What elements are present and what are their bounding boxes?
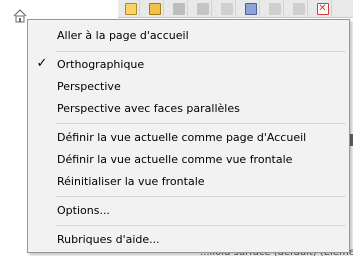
pen-button[interactable]	[194, 0, 212, 17]
home-icon[interactable]	[13, 9, 27, 23]
move-down-icon	[292, 2, 305, 15]
menu-item-label: Définir la vue actuelle comme page d'Acc…	[57, 131, 307, 144]
delete-button[interactable]: ✕	[314, 0, 332, 17]
menu-item-label: Perspective	[57, 80, 121, 93]
move-up-button[interactable]	[266, 0, 284, 17]
view-context-menu: Aller à la page d'accueil ✓ Orthographiq…	[27, 19, 350, 253]
tool-button[interactable]	[170, 0, 188, 17]
checkmark-icon: ✓	[36, 56, 48, 71]
menu-item-label: Options...	[57, 204, 110, 217]
move-down-button[interactable]	[290, 0, 308, 17]
menu-item-label: Perspective avec faces parallèles	[57, 102, 240, 115]
menu-item-help-topics[interactable]: Rubriques d'aide...	[30, 229, 347, 250]
menu-item-orthographic[interactable]: ✓ Orthographique	[30, 54, 347, 75]
application-viewport: ✕ ...lloid surface (default) (Élément Al…	[0, 0, 353, 256]
menu-separator	[56, 123, 346, 124]
disabled-tool-icon	[220, 2, 233, 15]
menu-separator	[56, 196, 346, 197]
open-folder-button[interactable]	[146, 0, 164, 17]
menu-item-label: Rubriques d'aide...	[57, 233, 160, 246]
menu-item-label: Réinitialiser la vue frontale	[57, 175, 205, 188]
menu-separator	[56, 51, 346, 52]
menu-item-go-home[interactable]: Aller à la page d'accueil	[30, 25, 347, 46]
menu-item-set-home-view[interactable]: Définir la vue actuelle comme page d'Acc…	[30, 127, 347, 148]
open-folder-icon	[148, 2, 161, 15]
new-sheet-icon	[124, 2, 137, 15]
menu-item-options[interactable]: Options...	[30, 200, 347, 221]
menu-item-set-front-view[interactable]: Définir la vue actuelle comme vue fronta…	[30, 149, 347, 170]
properties-button[interactable]	[242, 0, 260, 17]
menu-item-perspective-parallel[interactable]: Perspective avec faces parallèles	[30, 98, 347, 119]
move-up-icon	[268, 2, 281, 15]
menu-item-label: Orthographique	[57, 58, 145, 71]
properties-icon	[244, 2, 257, 15]
pen-icon	[196, 2, 209, 15]
disabled-tool-button[interactable]	[218, 0, 236, 17]
new-sheet-button[interactable]	[122, 0, 140, 17]
menu-separator	[56, 225, 346, 226]
menu-item-reset-front-view[interactable]: Réinitialiser la vue frontale	[30, 171, 347, 192]
tool-icon	[172, 2, 185, 15]
top-toolbar: ✕	[118, 0, 353, 18]
delete-icon: ✕	[316, 2, 329, 15]
menu-item-label: Aller à la page d'accueil	[57, 29, 189, 42]
menu-item-label: Définir la vue actuelle comme vue fronta…	[57, 153, 293, 166]
menu-item-perspective[interactable]: Perspective	[30, 76, 347, 97]
